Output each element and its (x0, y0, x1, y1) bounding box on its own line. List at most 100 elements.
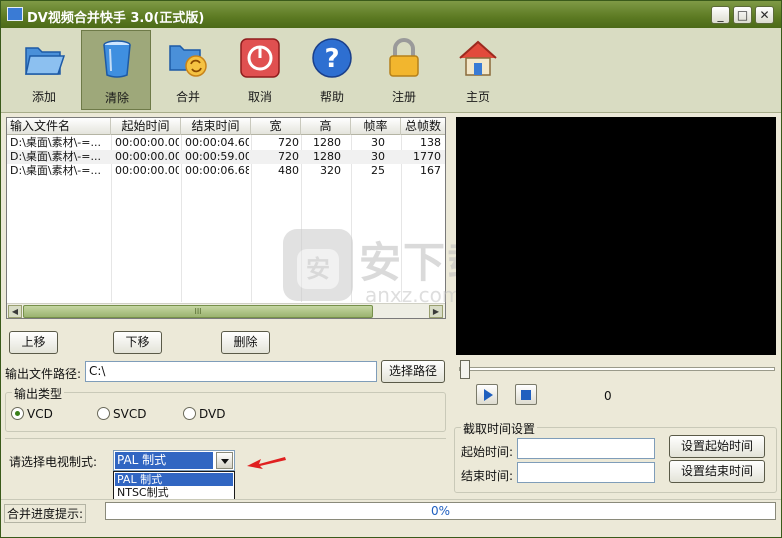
cell-filename: D:\桌面\素材\-=... (10, 136, 101, 149)
output-path-field[interactable]: C:\ (85, 361, 377, 382)
radio-vcd-label[interactable]: VCD (27, 407, 53, 421)
folder-icon (25, 47, 66, 75)
play-icon (484, 389, 493, 401)
cell-end-time: 00:00:04.60 (185, 136, 249, 149)
svg-text:?: ? (324, 44, 339, 74)
clip-end-field[interactable] (517, 462, 655, 483)
column-end-time[interactable]: 结束时间 (181, 118, 251, 135)
clip-start-label: 起始时间: (461, 445, 514, 459)
radio-svcd[interactable] (97, 407, 110, 420)
help-button[interactable]: ? 帮助 (297, 30, 367, 110)
radio-dvd[interactable] (183, 407, 196, 420)
stop-button[interactable] (515, 384, 537, 405)
table-row[interactable]: D:\桌面\素材\-=... 00:00:00.00 00:00:04.60 7… (7, 136, 445, 150)
merge-progress-bar: 0% (105, 502, 776, 520)
tv-standard-label: 请选择电视制式: (9, 455, 98, 469)
home-label: 主页 (465, 90, 490, 104)
column-width[interactable]: 宽 (251, 118, 301, 135)
add-button[interactable]: 添加 (9, 30, 79, 110)
merge-button[interactable]: 合并 (153, 30, 223, 110)
video-preview[interactable] (456, 117, 776, 355)
set-start-time-button[interactable]: 设置起始时间 (669, 435, 765, 458)
cell-start-time: 00:00:00.00 (115, 136, 179, 149)
frame-counter: 0 (604, 389, 612, 403)
cell-end-time: 00:00:59.00 (185, 150, 249, 163)
window-title: DV视频合并快手 3.0(正式版) (27, 11, 205, 26)
cell-framerate: 30 (371, 136, 385, 149)
watermark-bag-char: 安 (297, 249, 339, 289)
folder-sync-icon (169, 45, 207, 77)
column-total-frames[interactable]: 总帧数 (401, 118, 445, 135)
cell-width: 720 (278, 150, 299, 163)
help-label: 帮助 (319, 90, 344, 104)
cancel-label: 取消 (247, 90, 272, 104)
cell-height: 1280 (313, 150, 341, 163)
clip-end-label: 结束时间: (461, 469, 514, 483)
chevron-down-icon (221, 459, 229, 464)
tv-standard-selected[interactable]: PAL 制式 (115, 452, 213, 469)
cell-height: 320 (320, 164, 341, 177)
cell-start-time: 00:00:00.00 (115, 164, 179, 177)
table-row[interactable]: D:\桌面\素材\-=... 00:00:00.00 00:00:06.68 4… (7, 164, 445, 178)
dropdown-button[interactable] (216, 452, 233, 469)
output-type-group: 输出类型 (5, 385, 446, 432)
move-down-button[interactable]: 下移 (113, 331, 162, 354)
cell-total-frames: 1770 (413, 150, 441, 163)
option-ntsc[interactable]: NTSC制式 (115, 486, 233, 499)
register-button[interactable]: 注册 (369, 30, 439, 110)
trash-bin-icon (103, 40, 131, 78)
cell-filename: D:\桌面\素材\-=... (10, 164, 101, 177)
column-framerate[interactable]: 帧率 (351, 118, 401, 135)
output-path-label: 输出文件路径: (5, 367, 82, 381)
column-filename[interactable]: 输入文件名 (7, 118, 111, 135)
seek-slider-track[interactable] (459, 367, 775, 371)
merge-label: 合并 (175, 90, 200, 104)
maximize-button[interactable]: □ (733, 6, 752, 24)
cell-start-time: 00:00:00.00 (115, 150, 179, 163)
radio-vcd[interactable] (11, 407, 24, 420)
radio-svcd-label[interactable]: SVCD (113, 407, 146, 421)
choose-path-button[interactable]: 选择路径 (381, 360, 445, 383)
option-pal[interactable]: PAL 制式 (115, 473, 233, 486)
set-end-time-button[interactable]: 设置结束时间 (669, 460, 765, 483)
column-start-time[interactable]: 起始时间 (111, 118, 181, 135)
clip-start-field[interactable] (517, 438, 655, 459)
move-up-button[interactable]: 上移 (9, 331, 58, 354)
clip-time-title: 截取时间设置 (461, 420, 538, 437)
cell-width: 720 (278, 136, 299, 149)
radio-dvd-label[interactable]: DVD (199, 407, 225, 421)
tv-standard-dropdown[interactable]: PAL 制式 NTSC制式 (113, 471, 235, 500)
help-question-icon: ? (312, 38, 352, 78)
power-stop-icon (240, 38, 280, 78)
delete-button[interactable]: 删除 (221, 331, 270, 354)
register-label: 注册 (391, 90, 416, 104)
cell-filename: D:\桌面\素材\-=... (10, 150, 101, 163)
close-button[interactable]: ✕ (755, 6, 774, 24)
toolbar: 添加 清除 合并 取消 ? 帮助 注册 主页 (1, 28, 781, 113)
output-type-title: 输出类型 (12, 385, 65, 402)
file-list-header: 输入文件名 起始时间 结束时间 宽 高 帧率 总帧数 (7, 118, 445, 135)
watermark-domain: anxz.com (365, 283, 462, 307)
red-arrow-icon (247, 457, 286, 469)
seek-slider-thumb[interactable] (460, 360, 470, 379)
play-button[interactable] (476, 384, 498, 405)
add-label: 添加 (31, 90, 56, 104)
cell-total-frames: 138 (420, 136, 441, 149)
cell-framerate: 30 (371, 150, 385, 163)
clear-button[interactable]: 清除 (81, 30, 151, 110)
table-row[interactable]: D:\桌面\素材\-=... 00:00:00.00 00:00:59.00 7… (7, 150, 445, 164)
tv-standard-select[interactable]: PAL 制式 (113, 450, 235, 471)
cell-total-frames: 167 (420, 164, 441, 177)
home-button[interactable]: 主页 (443, 30, 513, 110)
cancel-button[interactable]: 取消 (225, 30, 295, 110)
scroll-left-arrow-icon[interactable]: ◀ (8, 305, 22, 318)
progress-label: 合并进度提示: (4, 504, 87, 523)
section-divider (5, 438, 446, 439)
column-height[interactable]: 高 (301, 118, 351, 135)
cell-framerate: 25 (371, 164, 385, 177)
title-bar: DV视频合并快手 3.0(正式版) _ □ ✕ (1, 1, 781, 28)
cell-height: 1280 (313, 136, 341, 149)
watermark-bag-icon: 安 (283, 229, 353, 301)
minimize-button[interactable]: _ (711, 6, 730, 24)
home-icon (459, 40, 497, 76)
